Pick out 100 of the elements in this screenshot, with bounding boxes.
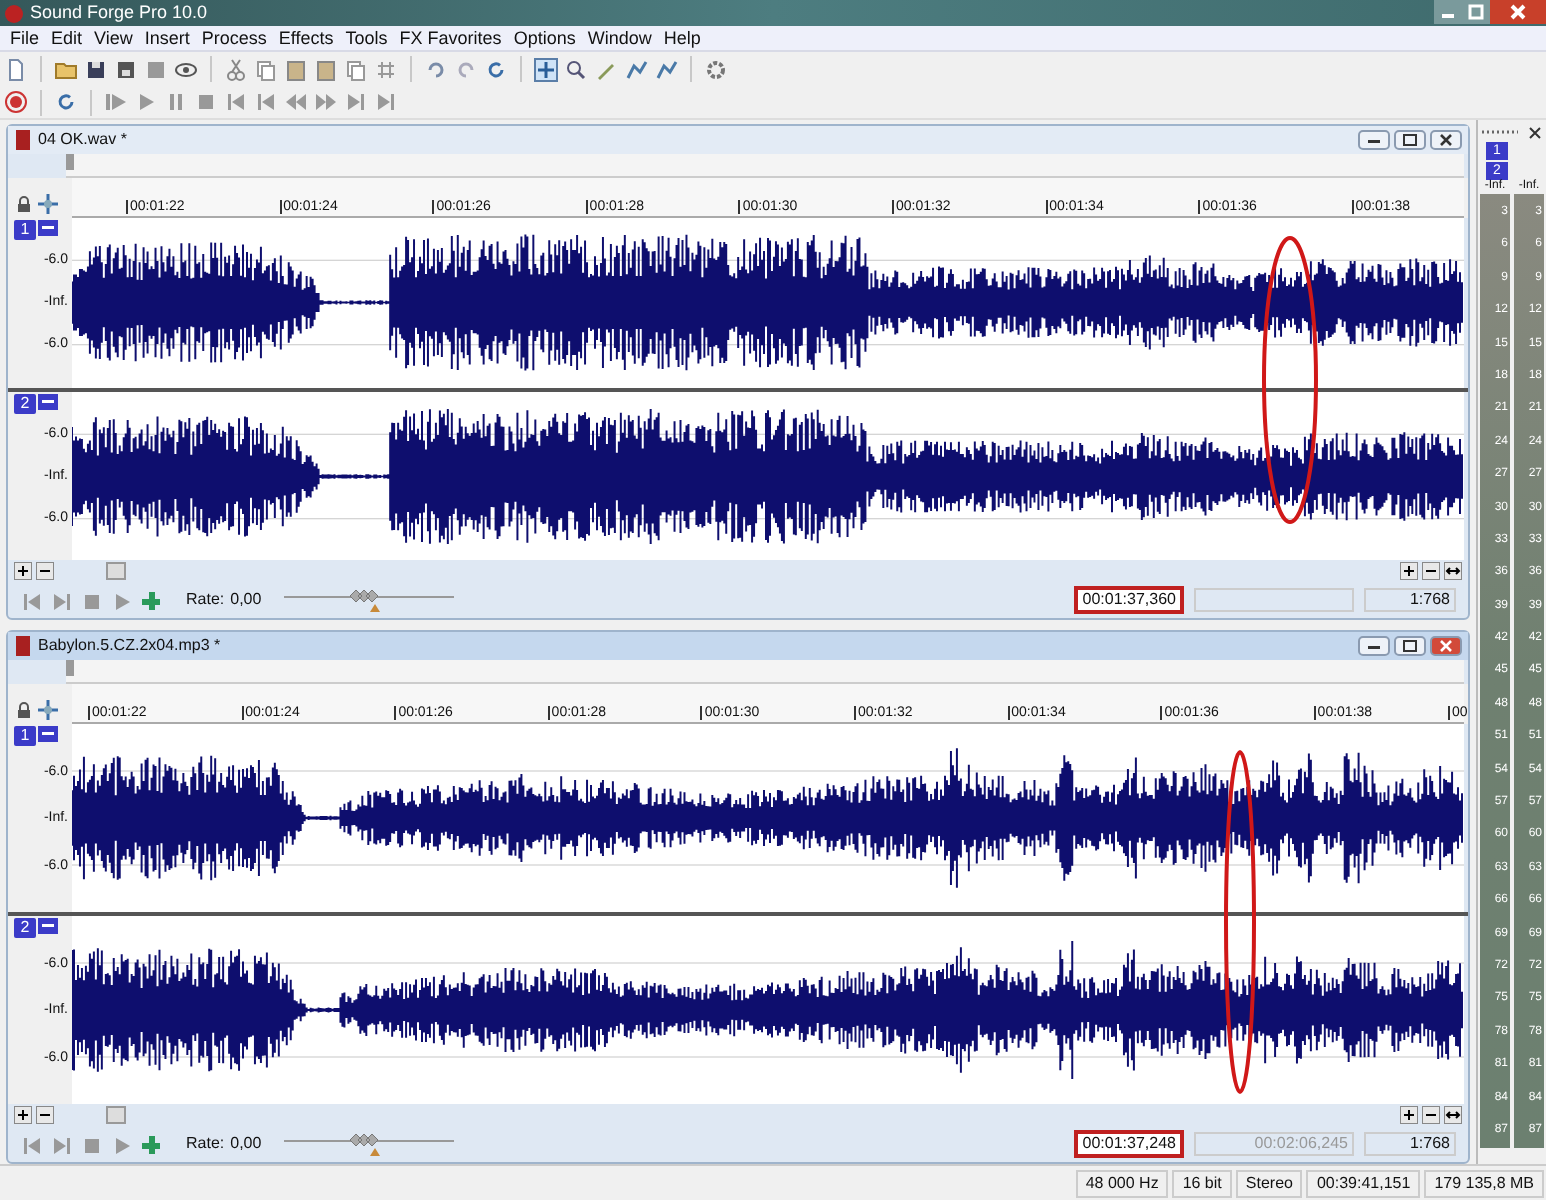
skip-end-icon[interactable] xyxy=(374,90,398,114)
zoom-ratio-field[interactable]: 1:768 xyxy=(1364,1132,1456,1156)
forward-icon[interactable] xyxy=(314,90,338,114)
menu-item[interactable]: View xyxy=(88,29,139,47)
channel-button[interactable]: 1 xyxy=(14,726,36,746)
menu-item[interactable]: Help xyxy=(657,29,707,47)
snap-icon[interactable] xyxy=(38,700,58,720)
grip-icon[interactable] xyxy=(1482,128,1518,136)
gear-icon[interactable] xyxy=(704,57,728,81)
zoom-in-icon[interactable] xyxy=(14,562,32,580)
scroll-thumb[interactable] xyxy=(106,1106,126,1124)
slider-thumb[interactable] xyxy=(349,586,380,614)
zoom-out-icon[interactable] xyxy=(36,562,54,580)
menu-item[interactable]: Process xyxy=(195,29,273,47)
minimize-icon[interactable] xyxy=(38,393,58,409)
zoom-out-icon[interactable] xyxy=(1422,562,1440,580)
restore-icon[interactable] xyxy=(1394,636,1426,656)
snap-icon[interactable] xyxy=(38,194,58,214)
new-file-icon[interactable] xyxy=(4,57,28,81)
position-marker[interactable] xyxy=(66,660,74,676)
stop-icon[interactable] xyxy=(80,1134,100,1154)
slider-thumb[interactable] xyxy=(349,1130,380,1158)
zoom-out-icon[interactable] xyxy=(36,1106,54,1124)
minimize-icon[interactable] xyxy=(38,726,58,742)
expand-icon[interactable] xyxy=(1444,1106,1462,1124)
copy-icon[interactable] xyxy=(344,57,368,81)
rate-slider[interactable] xyxy=(283,1130,454,1158)
lock-icon[interactable] xyxy=(16,196,32,214)
scroll-thumb[interactable] xyxy=(106,562,126,580)
expand-icon[interactable] xyxy=(1444,562,1462,580)
zoom-in-icon[interactable] xyxy=(1400,562,1418,580)
menu-item[interactable]: Options xyxy=(507,29,582,47)
skip-start-icon[interactable] xyxy=(20,1134,40,1154)
tool-icon[interactable] xyxy=(654,57,678,81)
minimize-icon[interactable] xyxy=(1358,130,1390,150)
loop-icon[interactable] xyxy=(54,90,78,114)
paste-icon[interactable] xyxy=(314,57,338,81)
menu-item[interactable]: FX Favorites xyxy=(393,29,508,47)
minimize-icon[interactable] xyxy=(38,220,58,236)
skip-start-icon[interactable] xyxy=(20,590,40,610)
channel-button[interactable]: 2 xyxy=(14,393,36,413)
lock-icon[interactable] xyxy=(16,702,32,720)
menu-item[interactable]: File xyxy=(4,29,46,47)
document-icon[interactable] xyxy=(14,130,32,150)
menu-item[interactable]: Effects xyxy=(272,29,340,47)
skip-start-icon[interactable] xyxy=(224,90,248,114)
record-icon[interactable] xyxy=(4,90,28,114)
zoom-in-icon[interactable] xyxy=(14,1106,32,1124)
zoom-out-icon[interactable] xyxy=(1422,1106,1440,1124)
play-icon[interactable] xyxy=(110,590,130,610)
copy-icon[interactable] xyxy=(254,57,278,81)
selection-start-field[interactable]: 00:01:37,360 xyxy=(1074,586,1184,614)
menu-item[interactable]: Tools xyxy=(339,29,394,47)
save-as-icon[interactable] xyxy=(114,57,138,81)
magnify-icon[interactable] xyxy=(564,57,588,81)
minimize-icon[interactable] xyxy=(1358,636,1390,656)
play-all-icon[interactable] xyxy=(104,90,128,114)
paste-icon[interactable] xyxy=(284,57,308,81)
channel-button[interactable]: 2 xyxy=(14,918,36,938)
scissors-icon[interactable] xyxy=(224,57,248,81)
position-marker[interactable] xyxy=(66,154,74,170)
restore-icon[interactable] xyxy=(1394,130,1426,150)
rate-value: 0,00 xyxy=(230,1132,262,1156)
zoom-ratio-field[interactable]: 1:768 xyxy=(1364,588,1456,612)
plus-icon[interactable] xyxy=(140,1134,160,1154)
skip-end-icon[interactable] xyxy=(50,590,70,610)
close-icon[interactable] xyxy=(1490,0,1546,24)
channel-button[interactable]: 1 xyxy=(14,220,36,240)
undo-icon[interactable] xyxy=(424,57,448,81)
cursor-icon[interactable] xyxy=(534,57,558,81)
plus-icon[interactable] xyxy=(140,590,160,610)
skip-end-icon[interactable] xyxy=(50,1134,70,1154)
play-icon[interactable] xyxy=(134,90,158,114)
eye-icon[interactable] xyxy=(174,57,198,81)
grid-icon[interactable] xyxy=(374,57,398,81)
redo-icon[interactable] xyxy=(454,57,478,81)
pause-icon[interactable] xyxy=(164,90,188,114)
tool-icon[interactable] xyxy=(624,57,648,81)
skip-end-icon[interactable] xyxy=(344,90,368,114)
zoom-in-icon[interactable] xyxy=(1400,1106,1418,1124)
document-title: Babylon.5.CZ.2x04.mp3 * xyxy=(38,638,221,654)
rate-slider[interactable] xyxy=(283,586,454,614)
close-icon[interactable] xyxy=(1528,125,1542,139)
stop-icon[interactable] xyxy=(194,90,218,114)
selection-end-field[interactable] xyxy=(1194,588,1354,612)
maximize-icon[interactable] xyxy=(1462,0,1490,24)
menu-item[interactable]: Window xyxy=(581,29,658,47)
close-icon[interactable] xyxy=(1430,130,1462,150)
rewind-icon[interactable] xyxy=(284,90,308,114)
status-field: 16 bit xyxy=(1172,1169,1232,1197)
menu-item[interactable]: Edit xyxy=(45,29,89,47)
save-icon[interactable] xyxy=(84,57,108,81)
stop-icon[interactable] xyxy=(80,590,100,610)
menu-item[interactable]: Insert xyxy=(138,29,196,47)
document-icon[interactable] xyxy=(14,636,32,656)
loop-icon[interactable] xyxy=(484,57,508,81)
play-icon[interactable] xyxy=(110,1134,130,1154)
selection-start-field[interactable]: 00:01:37,248 xyxy=(1074,1130,1184,1158)
skip-start-icon[interactable] xyxy=(254,90,278,114)
minimize-icon[interactable] xyxy=(38,918,58,934)
